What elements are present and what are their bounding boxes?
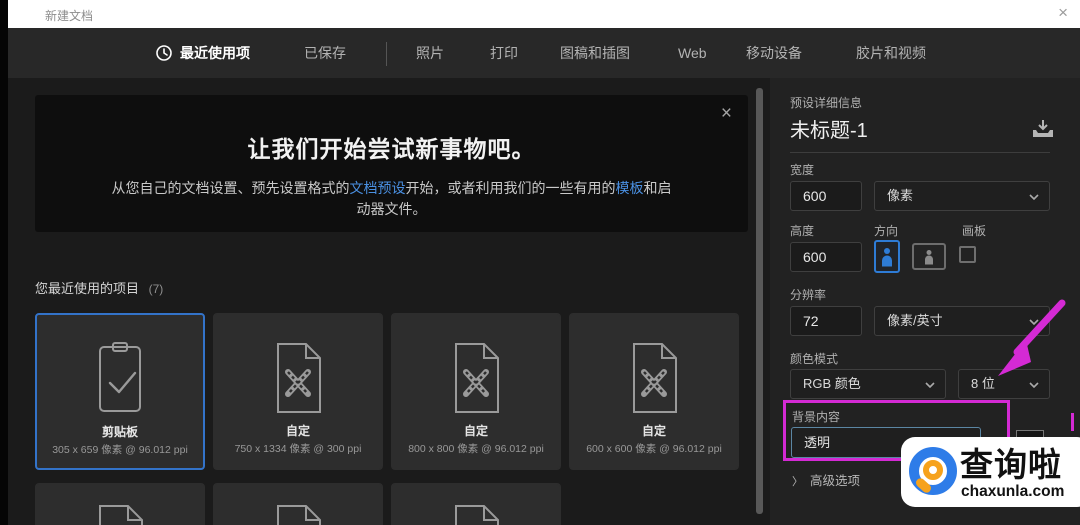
orientation-landscape-button[interactable] [912,243,946,270]
banner-title: 让我们开始尝试新事物吧。 [247,136,536,162]
resolution-unit-value: 像素/英寸 [887,313,943,328]
height-label: 高度 [790,224,815,238]
chevron-right-icon: 〉 [792,476,803,488]
orientation-label: 方向 [874,224,899,238]
bit-depth-value: 8 位 [971,376,995,391]
tab-photo[interactable]: 照片 [416,28,444,78]
document-presets-link[interactable]: 文档预设 [350,180,406,196]
background-contents-label: 背景内容 [792,410,841,424]
recent-items-heading-text: 您最近使用的项目 [35,281,140,296]
chevron-down-icon [1029,319,1039,325]
tab-mobile[interactable]: 移动设备 [746,28,802,78]
document-icon-partial [446,502,506,525]
card-title: 自定 [641,424,666,438]
recent-items-count: (7) [148,282,164,296]
onboarding-banner: × 让我们开始尝试新事物吧。 从您自己的文档设置、预先设置格式的文档预设开始，或… [35,95,748,232]
width-unit-value: 像素 [887,188,914,203]
card-spec: 800 x 800 像素 @ 96.012 ppi [408,443,544,455]
color-mode-select[interactable]: RGB 颜色 [790,369,946,399]
window-edge [0,0,8,525]
tab-web[interactable]: Web [678,28,707,78]
recent-card-clipboard[interactable]: 剪贴板 305 x 659 像素 @ 96.012 ppi [35,313,205,470]
width-label: 宽度 [790,163,815,177]
window-title: 新建文档 [45,9,94,23]
recent-card-custom-1[interactable]: 自定 750 x 1334 像素 @ 300 ppi [213,313,383,470]
annotation-mark [1071,413,1074,431]
magnifier-logo-icon [909,447,959,497]
recent-items-heading: 您最近使用的项目 (7) [35,278,163,297]
document-icon-partial [268,502,328,525]
width-unit-select[interactable]: 像素 [874,181,1050,211]
custom-document-icon [446,340,506,416]
preset-details-heading: 预设详细信息 [790,96,863,110]
window-close-icon[interactable]: × [1058,3,1068,23]
artboard-label: 画板 [962,224,987,238]
background-contents-value: 透明 [804,435,831,450]
tab-saved[interactable]: 已保存 [304,28,346,78]
artboard-checkbox[interactable] [959,246,976,263]
width-input[interactable] [790,181,862,211]
resolution-label: 分辨率 [790,288,827,302]
recent-content-area: × 让我们开始尝试新事物吧。 从您自己的文档设置、预先设置格式的文档预设开始，或… [8,78,770,525]
card-spec: 305 x 659 像素 @ 96.012 ppi [52,444,188,456]
resolution-input[interactable] [790,306,862,336]
card-title: 自定 [285,424,310,438]
banner-description: 从您自己的文档设置、预先设置格式的文档预设开始，或者利用我们的一些有用的模板和启… [112,178,672,220]
panel-divider [790,152,1050,153]
banner-close-icon[interactable]: × [721,103,732,125]
new-document-dialog: 新建文档 × 最近使用项 已保存 照片 打印 图稿和插图 Web 移动设备 胶片… [0,0,1080,525]
card-spec: 600 x 600 像素 @ 96.012 ppi [586,443,722,455]
banner-text: 开始，或者利用我们的一些有用的 [405,180,616,196]
tab-print[interactable]: 打印 [490,28,518,78]
tab-recent[interactable]: 最近使用项 [180,28,250,78]
recent-card-partial[interactable] [213,483,383,525]
resolution-unit-select[interactable]: 像素/英寸 [874,306,1050,336]
recent-card-custom-3[interactable]: 自定 600 x 600 像素 @ 96.012 ppi [569,313,739,470]
card-spec: 750 x 1334 像素 @ 300 ppi [234,443,362,455]
save-preset-icon[interactable] [1032,120,1054,138]
banner-text: 从您自己的文档设置、预先设置格式的 [111,180,350,196]
chevron-down-icon [1029,382,1039,388]
watermark-name: 查询啦 [960,446,1062,483]
templates-link[interactable]: 模板 [616,180,644,196]
landscape-person-icon [924,249,934,264]
document-type-tabbar: 最近使用项 已保存 照片 打印 图稿和插图 Web 移动设备 胶片和视频 [8,28,1080,98]
card-title: 剪贴板 [101,425,138,439]
tab-divider [386,42,387,66]
tab-film-video[interactable]: 胶片和视频 [856,28,926,78]
chevron-down-icon [1029,194,1039,200]
watermark-badge: 查询啦 chaxunla.com [901,437,1080,507]
advanced-options-label: 高级选项 [810,474,861,488]
recent-clock-icon [156,45,172,61]
clipboard-check-icon [88,341,152,417]
card-title: 自定 [463,424,488,438]
custom-document-icon [268,340,328,416]
window-titlebar: 新建文档 × [8,0,1080,28]
bit-depth-select[interactable]: 8 位 [958,369,1050,399]
recent-card-partial[interactable] [391,483,561,525]
recent-card-partial[interactable] [35,483,205,525]
advanced-options-toggle[interactable]: 〉高级选项 [792,470,860,489]
color-mode-value: RGB 颜色 [803,376,861,391]
chevron-down-icon [925,382,935,388]
custom-document-icon [624,340,684,416]
height-input[interactable] [790,242,862,272]
watermark-domain: chaxunla.com [961,483,1065,500]
document-icon-partial [90,502,150,525]
tab-art-illustration[interactable]: 图稿和插图 [560,28,630,78]
vertical-scrollbar[interactable] [756,88,763,514]
orientation-portrait-button[interactable] [874,240,900,273]
document-name-field[interactable]: 未标题-1 [790,114,868,143]
recent-card-custom-2[interactable]: 自定 800 x 800 像素 @ 96.012 ppi [391,313,561,470]
portrait-person-icon [881,247,893,266]
color-mode-label: 颜色模式 [790,352,839,366]
